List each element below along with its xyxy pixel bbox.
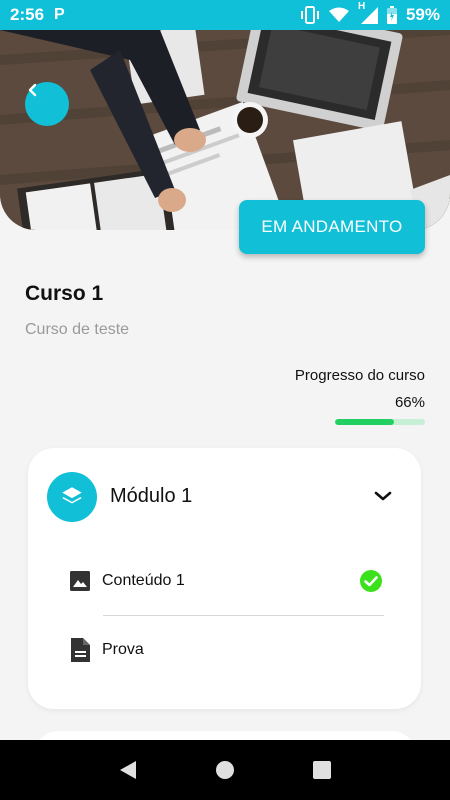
lesson-label: Prova (102, 641, 144, 658)
image-icon (70, 571, 90, 591)
progress-bar (335, 419, 425, 425)
vibrate-icon (300, 6, 319, 24)
course-title: Curso 1 (25, 282, 104, 305)
document-icon (71, 638, 90, 662)
square-recents-icon (312, 761, 331, 779)
back-button[interactable] (25, 82, 69, 126)
lesson-item-prova[interactable]: Prova (68, 628, 383, 672)
chevron-left-icon (28, 83, 37, 97)
layers-icon (62, 487, 82, 504)
circle-home-icon (215, 761, 234, 779)
lesson-divider (103, 615, 384, 616)
status-time: 2:56 (10, 5, 45, 24)
cell-signal-icon: H (358, 1, 378, 24)
progress-percentage: 66% (394, 394, 425, 411)
battery-icon (386, 6, 397, 24)
module-expand-toggle[interactable] (374, 489, 392, 507)
progress-bar-fill (335, 419, 395, 425)
module-title[interactable]: Módulo 1 (110, 485, 192, 508)
lesson-item-conteudo-1[interactable]: Conteúdo 1 (68, 559, 383, 603)
parking-badge-icon: P (54, 6, 65, 23)
triangle-back-icon (120, 761, 137, 779)
wifi-icon (328, 7, 349, 22)
chevron-down-icon (374, 491, 392, 501)
check-circle-icon (360, 570, 382, 592)
nav-recents-button[interactable] (302, 750, 342, 790)
nav-back-button[interactable] (108, 750, 148, 790)
module-icon-badge (47, 472, 97, 522)
course-status-badge: EM ANDAMENTO (239, 200, 425, 254)
nav-home-button[interactable] (205, 750, 245, 790)
progress-label: Progresso do curso (294, 367, 425, 384)
lesson-label: Conteúdo 1 (102, 572, 185, 589)
status-bar: 2:56 P H 59% (0, 0, 450, 30)
system-navigation-bar (0, 740, 450, 800)
course-subtitle: Curso de teste (25, 321, 130, 338)
battery-percentage: 59% (405, 5, 440, 24)
module-card: Módulo 1 Conteúdo 1 Prova (28, 448, 421, 709)
